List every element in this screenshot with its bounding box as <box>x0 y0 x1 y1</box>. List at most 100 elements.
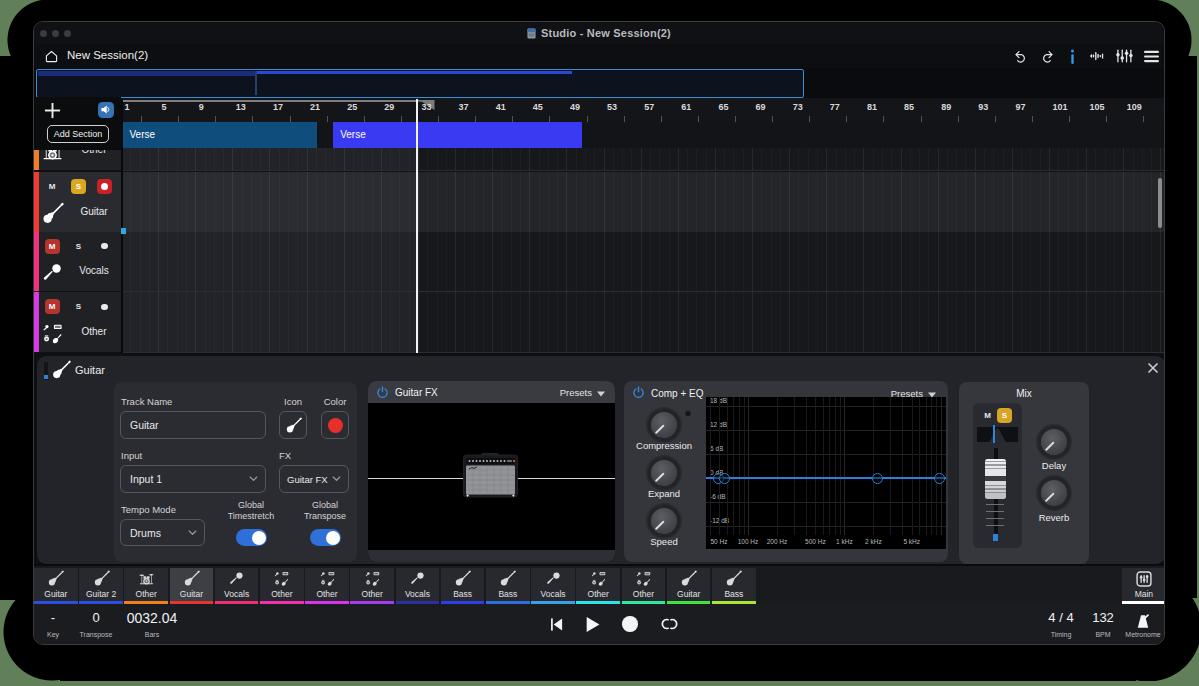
bars-label: Bars <box>145 631 159 638</box>
bar-ruler[interactable]: 1591317212529333741454953576165697377818… <box>121 98 1165 122</box>
power-button[interactable] <box>632 386 645 399</box>
section-block[interactable]: Verse <box>333 122 582 148</box>
mute-button[interactable]: M <box>45 299 60 314</box>
eq-graph[interactable]: 18 dB12 dB6 dB0 dB-6 dB-12 dB50 Hz100 Hz… <box>706 397 946 549</box>
bars-value[interactable]: 0032.04 <box>127 610 178 626</box>
add-track-button[interactable] <box>44 102 61 119</box>
redo-button[interactable] <box>1038 47 1056 65</box>
input-select[interactable]: Input 1 <box>120 465 266 493</box>
track-resize-handle[interactable] <box>121 228 126 234</box>
track-tile[interactable]: Other <box>124 568 168 601</box>
track-tile[interactable]: Other <box>622 568 666 601</box>
icon-label: Icon <box>279 396 307 407</box>
overview-strip <box>34 68 1164 98</box>
window-title-group: Studio - New Session(2) <box>34 22 1164 44</box>
mix-solo-button[interactable]: S <box>997 408 1012 423</box>
track-tile-strip: GuitarGuitar 2OtherGuitarVocalsOtherOthe… <box>34 564 1164 604</box>
skip-to-start-button[interactable] <box>546 614 566 634</box>
guitar-icon <box>441 570 485 587</box>
level-meter <box>44 362 49 380</box>
playhead[interactable] <box>416 99 418 353</box>
global-timestretch-toggle[interactable] <box>236 529 267 546</box>
loop-button[interactable] <box>659 614 679 634</box>
track-tile[interactable]: Other <box>350 568 394 601</box>
delay-knob[interactable] <box>1041 429 1067 455</box>
track-tile[interactable]: Vocals <box>396 568 440 601</box>
timing-value[interactable]: 4 / 4 <box>1048 610 1073 625</box>
info-button[interactable] <box>1063 47 1081 65</box>
section-block[interactable]: Verse <box>123 122 318 148</box>
tile-label: Main <box>1122 589 1165 599</box>
track-color-button[interactable] <box>321 411 349 439</box>
transpose-value[interactable]: 0 <box>92 610 99 625</box>
speed-knob[interactable] <box>651 508 677 534</box>
section-lane[interactable]: Verse Verse <box>121 122 1165 148</box>
solo-button[interactable]: S <box>71 239 86 254</box>
track-tile[interactable]: Other <box>576 568 620 601</box>
volume-fader[interactable] <box>985 459 1006 499</box>
record-button[interactable] <box>97 299 112 314</box>
eq-band-node[interactable] <box>934 473 945 484</box>
power-button[interactable] <box>376 386 389 399</box>
main-tile[interactable]: Main <box>1122 568 1165 601</box>
desktop: Studio - New Session(2) New Session(2) <box>0 0 1199 686</box>
mic-icon <box>396 570 440 587</box>
track-tile[interactable]: Guitar 2 <box>79 568 123 601</box>
track-tile[interactable]: Guitar <box>170 568 214 601</box>
add-section-button[interactable]: Add Section <box>47 125 109 144</box>
global-transpose-toggle[interactable] <box>310 529 341 546</box>
record-button[interactable] <box>97 239 112 254</box>
track-icon-button[interactable] <box>279 411 307 439</box>
play-button[interactable] <box>582 614 602 634</box>
tile-label: Other <box>305 589 349 599</box>
tempo-mode-select[interactable]: Drums <box>120 519 205 546</box>
song-overview[interactable] <box>36 69 804 98</box>
fx-select[interactable]: Guitar FX <box>279 465 349 493</box>
mute-button[interactable]: M <box>45 239 60 254</box>
expand-knob[interactable] <box>651 460 677 486</box>
timeline-row[interactable] <box>121 172 1165 233</box>
solo-button[interactable]: S <box>71 179 86 194</box>
mute-button[interactable]: M <box>45 179 60 194</box>
track-tile[interactable]: Vocals <box>531 568 575 601</box>
track-tile[interactable]: Guitar <box>34 568 78 601</box>
eq-band-node[interactable] <box>872 473 883 484</box>
track-tile[interactable]: Other <box>305 568 349 601</box>
record-dot <box>101 183 109 191</box>
combo-icon <box>350 570 394 587</box>
reverb-knob[interactable] <box>1041 480 1067 506</box>
mix-mute-button[interactable]: M <box>980 408 995 423</box>
audio-editor-button[interactable] <box>1088 47 1106 65</box>
close-inspector-button[interactable] <box>1147 362 1159 374</box>
track-name-input[interactable]: Guitar <box>120 411 266 439</box>
bpm-value[interactable]: 132 <box>1092 610 1114 625</box>
tile-label: Bass <box>712 589 756 599</box>
eq-band-node[interactable] <box>719 473 730 484</box>
record-button[interactable] <box>97 179 112 194</box>
stop-button[interactable] <box>620 614 640 634</box>
track-header[interactable]: MSOther <box>34 292 121 353</box>
compression-knob[interactable] <box>651 412 677 438</box>
vertical-scrollbar[interactable] <box>1158 178 1162 228</box>
timeline-row[interactable] <box>121 292 1165 353</box>
track-tile[interactable]: Other <box>260 568 304 601</box>
timeline-row[interactable] <box>121 232 1165 293</box>
track-tile[interactable]: Bass <box>486 568 530 601</box>
track-tile[interactable]: Bass <box>441 568 485 601</box>
track-tile[interactable]: Bass <box>712 568 756 601</box>
solo-button[interactable]: S <box>71 299 86 314</box>
tile-label: Guitar <box>667 589 711 599</box>
track-tile[interactable]: Guitar <box>667 568 711 601</box>
pan-control[interactable] <box>977 427 1018 442</box>
track-header[interactable]: MSVocals <box>34 232 121 293</box>
fx-presets-button[interactable]: Presets <box>560 387 605 398</box>
preview-button[interactable] <box>98 102 114 118</box>
undo-button[interactable] <box>1011 47 1029 65</box>
track-header[interactable]: MSGuitar <box>34 172 121 233</box>
desktop-edge-bottom <box>0 681 1199 686</box>
mixer-button[interactable] <box>1115 47 1133 65</box>
track-tile[interactable]: Vocals <box>215 568 259 601</box>
ruler-bar-number: 45 <box>533 102 543 112</box>
guitar-fx-title: Guitar FX <box>395 387 438 398</box>
comp-eq-title: Comp + EQ <box>651 388 704 399</box>
